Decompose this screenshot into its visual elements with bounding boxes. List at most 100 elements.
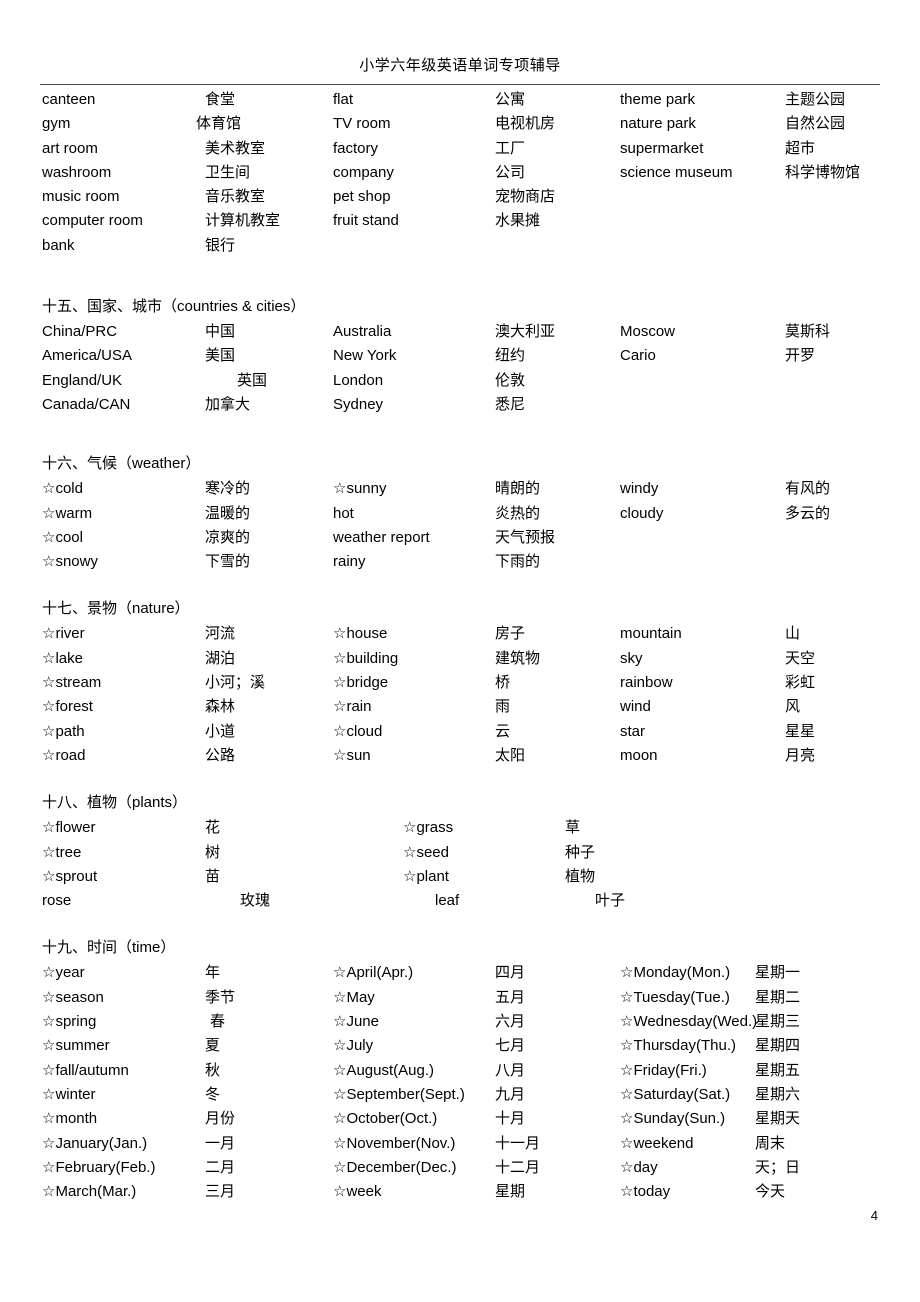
- word-chinese: 体育馆: [196, 115, 242, 133]
- word-english: ☆road: [42, 746, 86, 764]
- word-chinese: 季节: [205, 988, 236, 1006]
- word-chinese: 河流: [205, 625, 236, 643]
- word-chinese: 电视机房: [495, 115, 556, 133]
- word-english: ☆Friday(Fri.): [620, 1061, 707, 1079]
- word-row: ☆tree 树 ☆seed 种子: [0, 841, 920, 865]
- word-chinese: 苗: [205, 867, 221, 885]
- word-row: bank 银行: [0, 234, 920, 258]
- word-chinese: 食堂: [205, 91, 236, 108]
- word-english: ☆January(Jan.): [42, 1134, 148, 1152]
- word-english: ☆rain: [333, 698, 372, 716]
- word-chinese: 下雨的: [495, 553, 541, 571]
- word-english: ☆grass: [403, 819, 454, 837]
- word-chinese: 三月: [205, 1183, 236, 1201]
- word-english: rainy: [333, 553, 366, 571]
- word-chinese: 房子: [495, 625, 526, 643]
- word-chinese: 云: [495, 722, 511, 740]
- word-english: Australia: [333, 323, 392, 341]
- word-chinese: 天空: [785, 649, 816, 667]
- word-english: ☆Monday(Mon.): [620, 964, 731, 982]
- word-english: nature park: [620, 115, 696, 133]
- word-english: ☆snowy: [42, 553, 98, 571]
- word-chinese: 十二月: [495, 1158, 541, 1176]
- word-chinese: 公路: [205, 746, 236, 764]
- word-row: canteen 食堂 flat 公寓 theme park 主题公园: [0, 88, 920, 112]
- word-row: ☆river 河流 ☆house 房子 mountain 山: [0, 622, 920, 646]
- word-chinese: 八月: [495, 1061, 526, 1079]
- word-english: ☆cloud: [333, 722, 383, 740]
- word-row: washroom 卫生间 company 公司 science museum 科学博物馆: [0, 161, 920, 185]
- word-english: ☆cold: [42, 480, 83, 498]
- word-chinese: 小道: [205, 722, 236, 740]
- word-chinese: 冬: [205, 1085, 221, 1103]
- word-chinese: 多云的: [785, 504, 831, 522]
- word-chinese: 叶子: [595, 892, 626, 910]
- document-page: 小学六年级英语单词专项辅导 canteen 食堂 flat 公寓 theme park 主…: [0, 0, 920, 1302]
- word-chinese: 月份: [205, 1110, 236, 1128]
- word-english: ☆today: [620, 1183, 671, 1201]
- document-content: canteen 食堂 flat 公寓 theme park 主题公园 gym 体育馆 TV ro…: [0, 88, 920, 1204]
- word-english: ☆Wednesday(Wed.): [620, 1013, 758, 1031]
- section-heading-nature: 十七、景物（nature）: [42, 600, 190, 618]
- word-english: ☆October(Oct.): [333, 1110, 438, 1128]
- word-chinese: 建筑物: [495, 649, 541, 667]
- word-english: pet shop: [333, 188, 391, 206]
- word-chinese: 星星: [785, 722, 816, 740]
- word-english: ☆Tuesday(Tue.): [620, 988, 730, 1006]
- word-english: Moscow: [620, 323, 676, 341]
- word-english: ☆season: [42, 988, 104, 1006]
- section-heading-weather: 十六、气候（weather）: [42, 455, 201, 473]
- word-chinese: 寒冷的: [205, 480, 251, 498]
- word-chinese: 山: [785, 625, 801, 643]
- word-chinese: 天气预报: [495, 528, 556, 546]
- word-chinese: 宠物商店: [495, 188, 556, 206]
- word-chinese: 年: [205, 964, 221, 982]
- page-header: 小学六年级英语单词专项辅导: [40, 56, 880, 76]
- word-english: canteen: [42, 91, 96, 108]
- word-english: hot: [333, 504, 354, 522]
- word-chinese: 星期四: [755, 1037, 801, 1055]
- word-row: rose 玫瑰 leaf 叶子: [0, 889, 920, 913]
- word-chinese: 莫斯科: [785, 323, 831, 341]
- word-chinese: 凉爽的: [205, 528, 251, 546]
- word-chinese: 英国: [237, 371, 268, 389]
- word-english: ☆November(Nov.): [333, 1134, 456, 1152]
- word-english: music room: [42, 188, 120, 206]
- word-english: ☆December(Dec.): [333, 1158, 457, 1176]
- word-chinese: 风: [785, 698, 801, 716]
- word-row: computer room 计算机教室 fruit stand 水果摊: [0, 209, 920, 233]
- word-english: factory: [333, 139, 379, 157]
- word-chinese: 植物: [565, 867, 596, 885]
- word-chinese: 加拿大: [205, 395, 251, 413]
- word-chinese: 星期三: [755, 1013, 801, 1031]
- word-english: Canada/CAN: [42, 395, 131, 413]
- word-chinese: 种子: [565, 843, 596, 861]
- word-english: ☆flower: [42, 819, 96, 837]
- word-chinese: 星期天: [755, 1110, 801, 1128]
- word-chinese: 周末: [755, 1134, 786, 1152]
- word-chinese: 秋: [205, 1061, 221, 1079]
- word-row: ☆winter 冬 ☆September(Sept.) 九月 ☆Saturday(Sat…: [0, 1083, 920, 1107]
- word-chinese: 科学博物馆: [785, 163, 861, 181]
- word-chinese: 五月: [495, 988, 526, 1006]
- word-chinese: 炎热的: [495, 504, 541, 522]
- word-row: ☆flower 花 ☆grass 草: [0, 816, 920, 840]
- word-english: windy: [620, 480, 659, 498]
- word-english: ☆forest: [42, 698, 93, 716]
- word-chinese: 温暖的: [205, 504, 251, 522]
- word-chinese: 卫生间: [205, 163, 251, 181]
- word-english: ☆cool: [42, 528, 83, 546]
- word-english: flat: [333, 91, 354, 108]
- header-divider: [40, 84, 880, 85]
- word-chinese: 森林: [205, 698, 236, 716]
- word-chinese: 主题公园: [785, 91, 846, 108]
- word-english: ☆month: [42, 1110, 98, 1128]
- word-english: bank: [42, 236, 75, 254]
- word-english: ☆sprout: [42, 867, 98, 885]
- word-chinese: 草: [565, 819, 581, 837]
- word-english: ☆river: [42, 625, 85, 643]
- word-english: ☆day: [620, 1158, 658, 1176]
- word-english: ☆September(Sept.): [333, 1085, 465, 1103]
